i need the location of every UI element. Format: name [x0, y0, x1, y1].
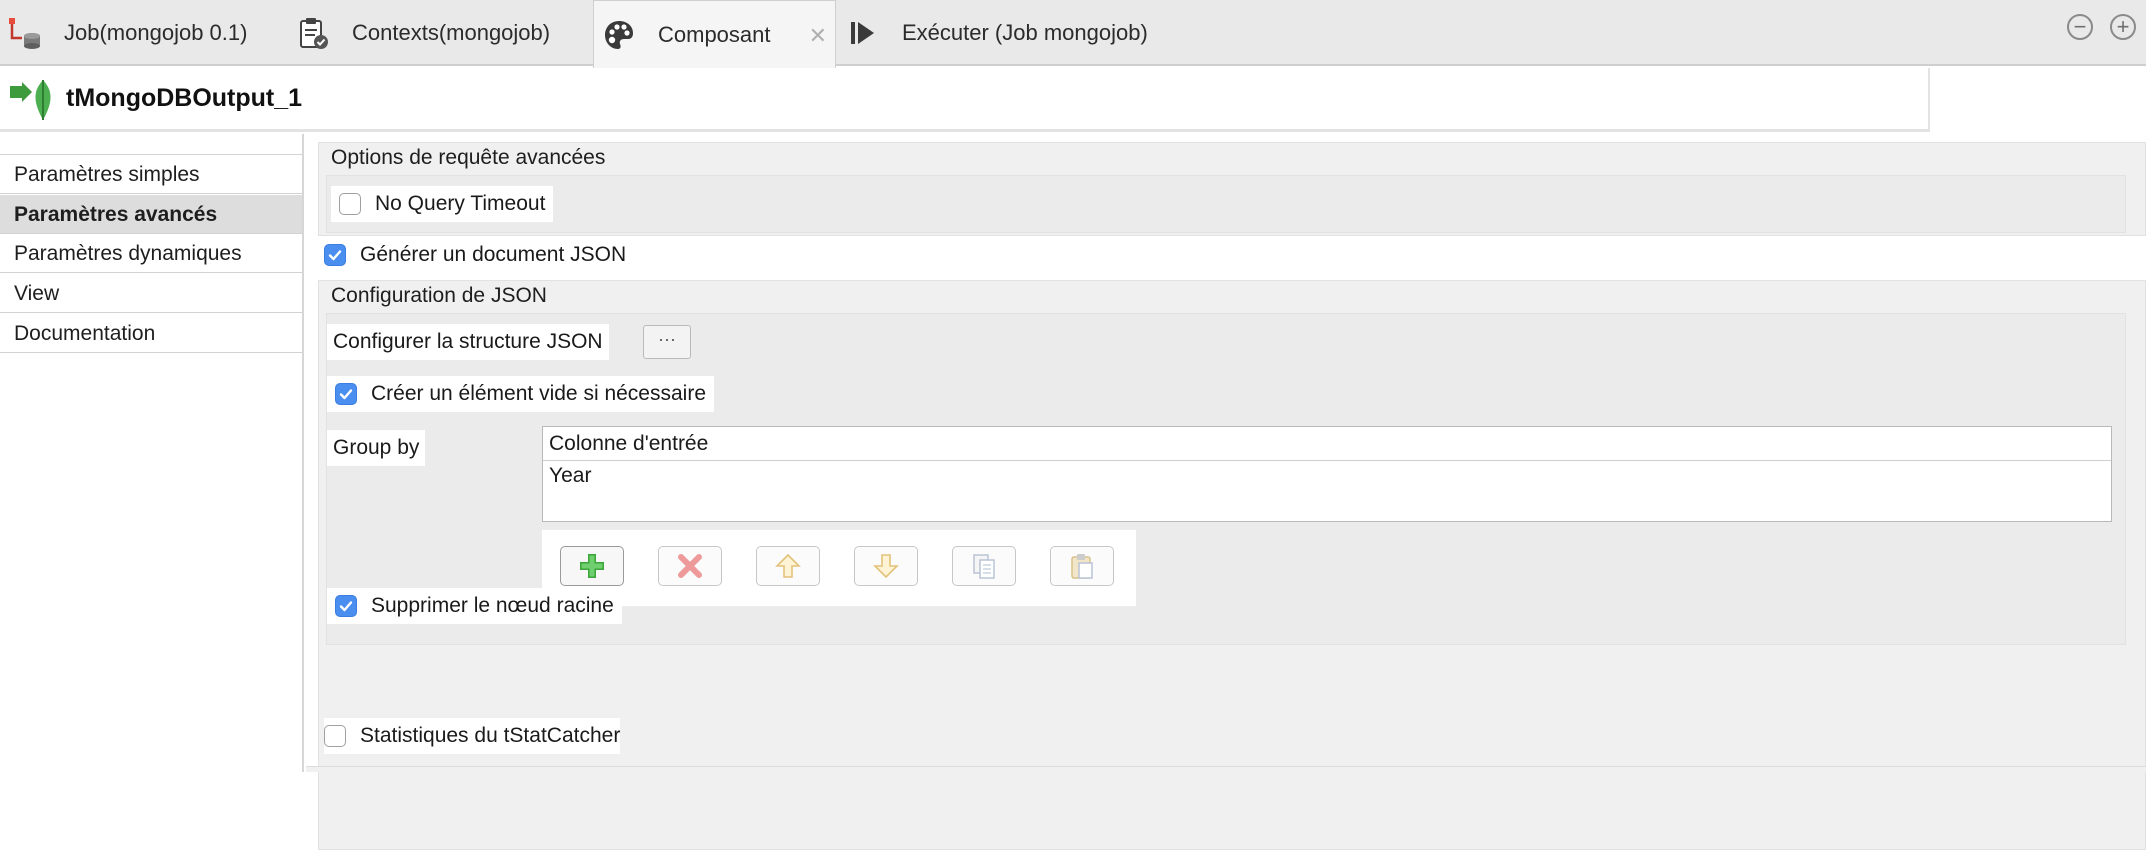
bottom-border — [306, 766, 2146, 772]
copy-button[interactable] — [952, 546, 1016, 586]
advanced-settings-panel: Options de requête avancées No Query Tim… — [306, 134, 2146, 850]
job-icon — [8, 16, 42, 50]
json-config-inner: Configurer la structure JSON ··· Créer u… — [326, 313, 2126, 645]
copy-icon — [973, 554, 995, 579]
add-row-button[interactable] — [560, 546, 624, 586]
group-by-table[interactable]: Colonne d'entrée Year — [542, 426, 2112, 522]
nav-item-parametres-simples[interactable]: Paramètres simples — [0, 155, 302, 194]
checkbox-unchecked-icon — [339, 193, 361, 215]
tab-executer[interactable]: Exécuter (Job mongojob) — [846, 0, 1186, 66]
stat-catcher-checkbox[interactable]: Statistiques du tStatCatcher — [324, 718, 621, 754]
nav-item-documentation[interactable]: Documentation — [0, 314, 302, 353]
tab-composant[interactable]: Composant ✕ — [593, 0, 836, 69]
remove-row-button[interactable] — [658, 546, 722, 586]
editor-tab-bar: Job(mongojob 0.1) Contexts(mongojob) Com… — [0, 0, 2146, 69]
move-up-button[interactable] — [756, 546, 820, 586]
checkbox-checked-icon — [335, 383, 357, 405]
checkbox-label: Créer un élément vide si nécessaire — [371, 382, 706, 405]
json-config-group: Configuration de JSON Configurer la stru… — [318, 280, 2146, 850]
mongodb-leaf-icon — [8, 78, 58, 122]
settings-nav: Paramètres simples Paramètres avancés Pa… — [0, 134, 304, 772]
nav-item-view[interactable]: View — [0, 274, 302, 313]
group-title: Options de requête avancées — [331, 146, 606, 169]
checkbox-label: No Query Timeout — [375, 192, 546, 215]
move-down-button[interactable] — [854, 546, 918, 586]
table-header: Colonne d'entrée — [543, 427, 2111, 461]
component-name: tMongoDBOutput_1 — [66, 84, 303, 112]
palette-icon — [602, 18, 636, 52]
maximize-icon[interactable]: + — [2110, 14, 2136, 40]
nav-item-parametres-dynamiques[interactable]: Paramètres dynamiques — [0, 234, 302, 273]
close-icon[interactable]: ✕ — [809, 23, 827, 49]
arrow-up-icon — [775, 553, 801, 578]
checkbox-checked-icon — [335, 595, 357, 617]
delete-x-icon — [678, 554, 702, 578]
tab-label: Contexts(mongojob) — [352, 20, 551, 45]
arrow-down-icon — [873, 554, 899, 579]
table-row[interactable]: Year — [549, 461, 591, 491]
tab-label: Job(mongojob 0.1) — [64, 20, 248, 45]
advanced-query-group: Options de requête avancées No Query Tim… — [318, 142, 2146, 236]
group-title: Configuration de JSON — [331, 284, 547, 307]
tab-contexts[interactable]: Contexts(mongojob) — [296, 0, 592, 66]
remove-root-node-checkbox[interactable]: Supprimer le nœud racine — [327, 588, 622, 624]
advanced-query-inner: No Query Timeout — [326, 175, 2126, 233]
configure-json-label: Configurer la structure JSON — [327, 324, 609, 360]
checkbox-label: Générer un document JSON — [360, 243, 627, 266]
paste-button[interactable] — [1050, 546, 1114, 586]
no-query-timeout-checkbox[interactable]: No Query Timeout — [331, 186, 554, 222]
paste-icon — [1071, 554, 1093, 579]
table-toolbar — [542, 530, 1136, 606]
clipboard-check-icon — [296, 16, 330, 50]
tab-label: Composant — [658, 22, 771, 47]
checkbox-unchecked-icon — [324, 725, 346, 747]
configure-json-button[interactable]: ··· — [643, 325, 691, 359]
generate-json-checkbox[interactable]: Générer un document JSON — [324, 237, 626, 273]
run-icon — [846, 16, 880, 50]
tab-label: Exécuter (Job mongojob) — [902, 20, 1148, 45]
tab-job[interactable]: Job(mongojob 0.1) — [0, 0, 296, 66]
plus-icon — [580, 554, 604, 578]
nav-item-parametres-avances[interactable]: Paramètres avancés — [0, 195, 302, 234]
checkbox-label: Statistiques du tStatCatcher — [360, 724, 621, 747]
checkbox-label: Supprimer le nœud racine — [371, 594, 614, 617]
component-header: tMongoDBOutput_1 — [0, 68, 1930, 132]
create-empty-element-checkbox[interactable]: Créer un élément vide si nécessaire — [327, 376, 714, 412]
checkbox-checked-icon — [324, 244, 346, 266]
group-by-label: Group by — [327, 430, 426, 466]
minimize-icon[interactable]: − — [2067, 14, 2093, 40]
